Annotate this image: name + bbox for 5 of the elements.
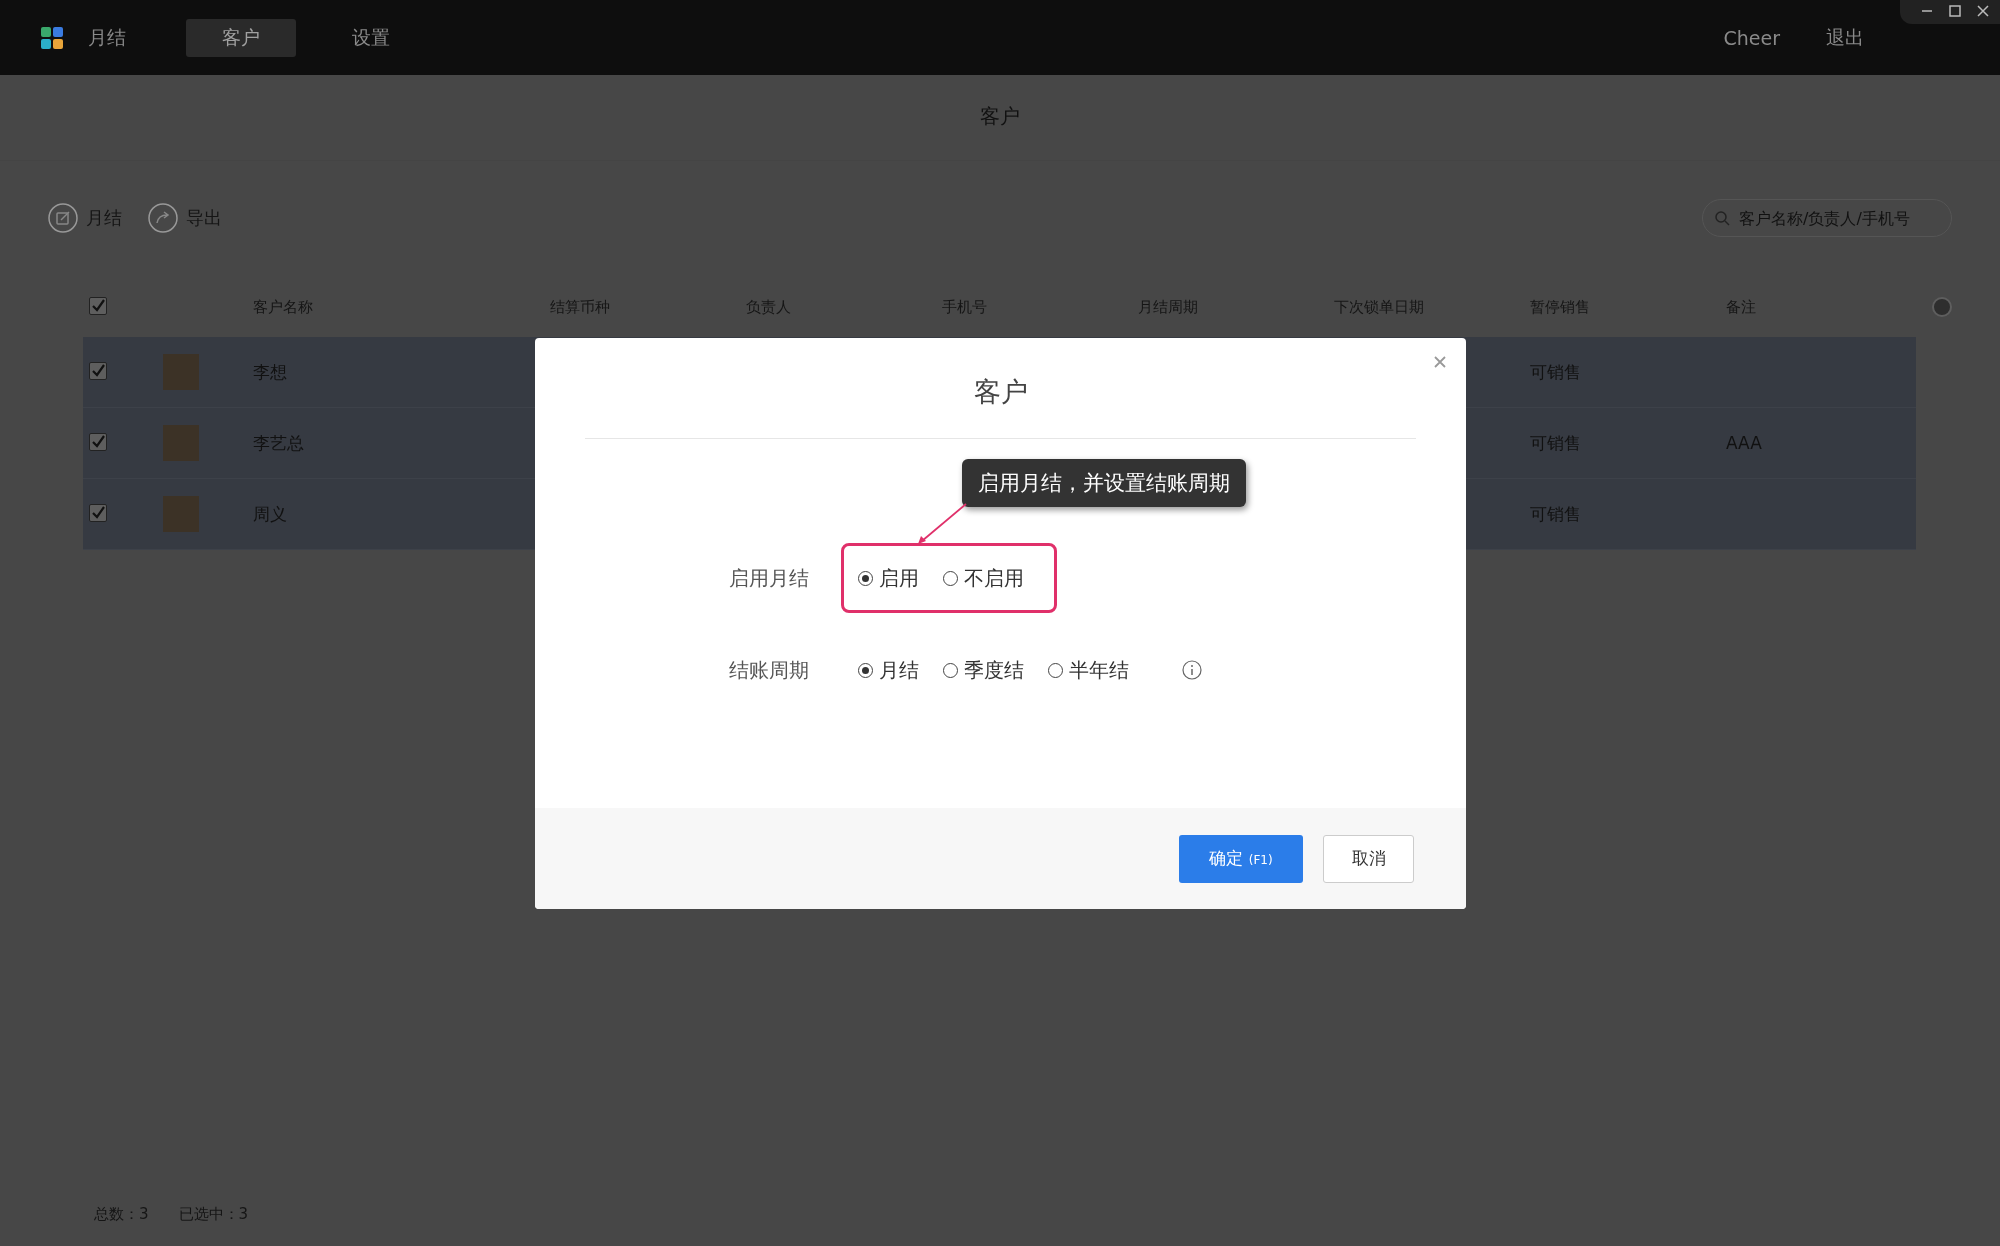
dialog-title: 客户 (585, 374, 1416, 439)
app-title: 月结 (88, 24, 126, 50)
field-label: 结账周期 (728, 656, 810, 684)
tooltip: 启用月结，并设置结账周期 (962, 459, 1246, 507)
field-label: 启用月结 (728, 564, 810, 592)
